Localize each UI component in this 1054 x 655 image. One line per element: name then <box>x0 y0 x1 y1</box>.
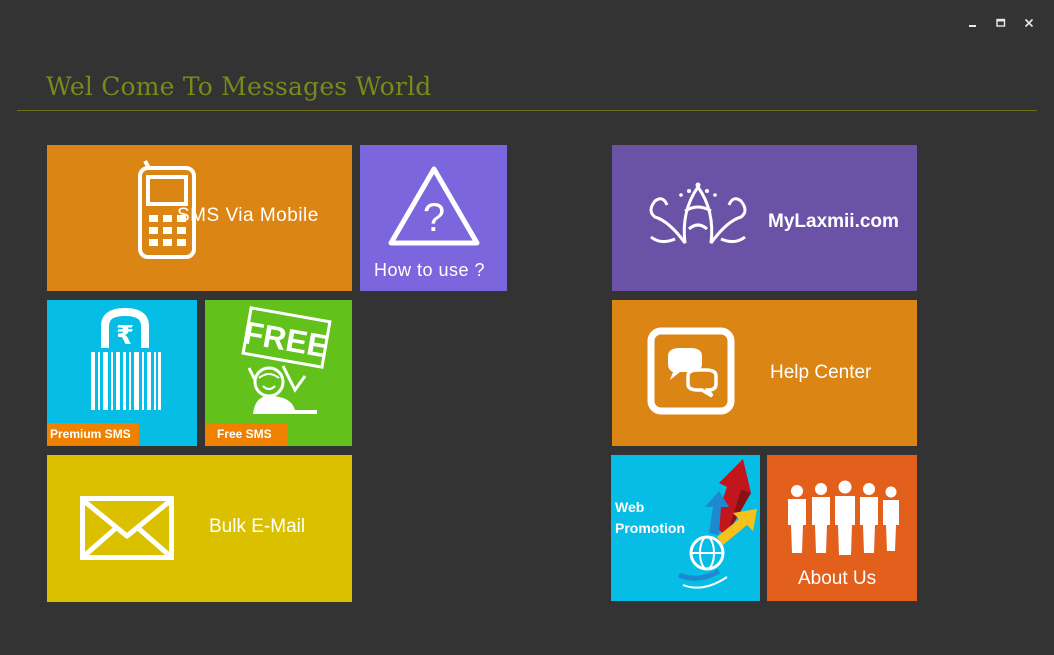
tile-help-center[interactable]: Help Center <box>612 300 917 446</box>
how-to-use-label: How to use ? <box>374 260 486 280</box>
question-triangle-icon: ? <box>388 166 480 246</box>
people-group-icon <box>788 480 899 555</box>
about-us-label: About Us <box>798 568 877 589</box>
svg-text:?: ? <box>423 196 445 240</box>
maximize-icon[interactable] <box>994 16 1008 30</box>
web-promotion-label-line2: Promotion <box>615 520 685 536</box>
chat-bubbles-icon <box>647 327 735 415</box>
page-title: Wel Come To Messages World <box>46 72 432 101</box>
tile-how-to-use[interactable]: ? How to use ? <box>360 145 507 291</box>
mylaxmii-label: MyLaxmii.com <box>768 211 899 232</box>
svg-text:FREE: FREE <box>241 314 331 364</box>
sms-via-mobile-label: SMS Via Mobile <box>177 205 319 226</box>
window-controls <box>966 16 1036 30</box>
minimize-icon[interactable] <box>966 16 980 30</box>
tile-sms-via-mobile[interactable]: SMS Via Mobile <box>47 145 352 291</box>
svg-text:₹: ₹ <box>116 321 134 351</box>
tile-bulk-email[interactable]: Bulk E-Mail <box>47 455 352 602</box>
mylaxmii-logo-icon <box>649 182 747 244</box>
help-center-label: Help Center <box>770 362 872 383</box>
free-sign-icon: FREE <box>241 306 332 414</box>
close-icon[interactable] <box>1022 16 1036 30</box>
tile-web-promotion[interactable]: Web Promotion <box>611 455 760 601</box>
title-divider <box>17 110 1037 111</box>
web-promotion-label-line1: Web <box>615 499 645 515</box>
bulk-email-label: Bulk E-Mail <box>209 516 306 537</box>
rupee-lock-barcode-icon: ₹ <box>91 308 161 410</box>
tile-mylaxmii[interactable]: MyLaxmii.com <box>612 145 917 291</box>
free-sms-label: Free SMS <box>205 423 288 445</box>
premium-sms-label: Premium SMS <box>47 423 139 445</box>
tile-premium-sms[interactable]: ₹ Premium SMS <box>47 300 197 446</box>
tile-free-sms[interactable]: FREE Free SMS <box>205 300 352 446</box>
tile-about-us[interactable]: About Us <box>767 455 917 601</box>
envelope-icon <box>80 496 174 560</box>
